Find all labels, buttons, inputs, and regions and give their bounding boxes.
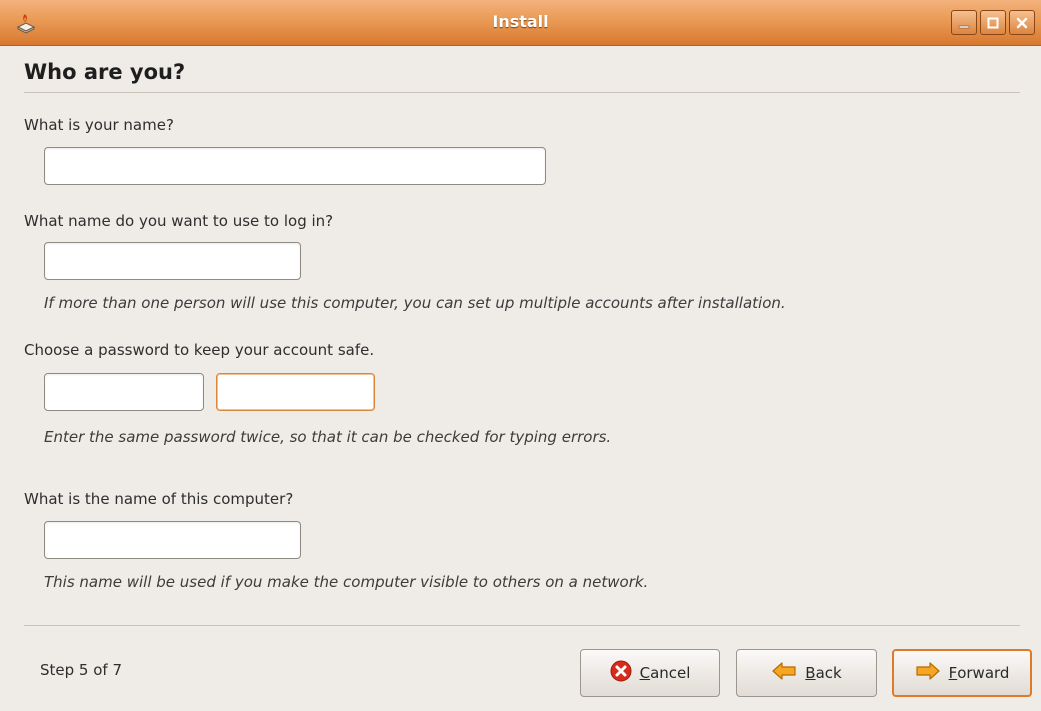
back-button[interactable]: Back [736,649,877,697]
password-label: Choose a password to keep your account s… [24,341,375,359]
forward-arrow-icon [915,661,941,685]
forward-button-label: Forward [948,664,1010,682]
login-label: What name do you want to use to log in? [24,212,334,230]
window-controls [951,10,1035,35]
minimize-icon[interactable] [951,10,977,35]
install-window: Install Who are you? What is your name? … [0,0,1041,711]
header-divider [24,92,1020,93]
password-confirm-input[interactable] [216,373,375,411]
login-hint: If more than one person will use this co… [44,294,786,312]
full-name-input[interactable] [44,147,546,185]
back-button-label: Back [805,664,842,682]
window-title: Install [492,12,549,31]
computer-name-label: What is the name of this computer? [24,490,294,508]
computer-name-input[interactable] [44,521,301,559]
maximize-icon[interactable] [980,10,1006,35]
username-input[interactable] [44,242,301,280]
step-indicator: Step 5 of 7 [40,661,123,679]
footer-divider [24,625,1020,626]
forward-button[interactable]: Forward [892,649,1032,697]
password-input[interactable] [44,373,204,411]
cancel-button-label: Cancel [639,664,691,682]
title-bar[interactable]: Install [0,0,1041,46]
cancel-icon [610,660,632,686]
page-title: Who are you? [24,60,186,84]
computer-name-hint: This name will be used if you make the c… [44,573,649,591]
back-arrow-icon [771,661,797,685]
cancel-button[interactable]: Cancel [580,649,720,697]
password-hint: Enter the same password twice, so that i… [44,428,612,446]
name-label: What is your name? [24,116,174,134]
close-icon[interactable] [1009,10,1035,35]
